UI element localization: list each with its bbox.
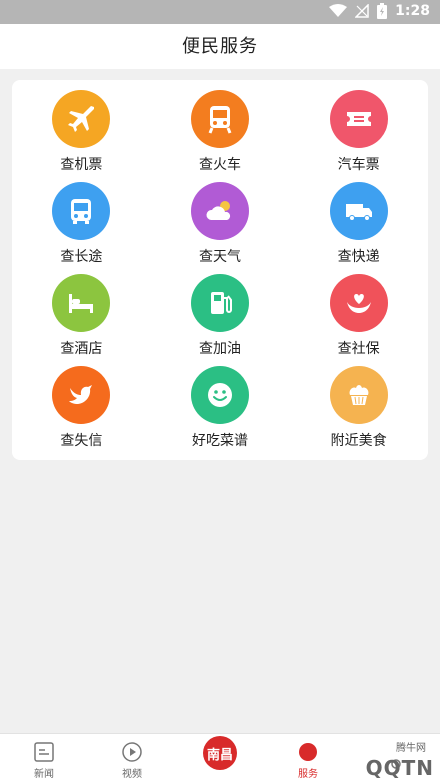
service-social-security[interactable]: 查社保 [289,274,428,366]
nav-label: 视频 [122,769,142,780]
services-icon [299,743,317,761]
service-icon-bg [52,274,111,332]
bed-icon [69,294,94,313]
service-icon-bg [329,90,388,148]
service-icon-bg [190,274,249,332]
service-label: 查酒店 [60,341,103,357]
service-label: 汽车票 [337,157,380,173]
service-icon-bg [52,366,111,424]
service-icon-bg [190,366,249,424]
fuel-icon [210,292,232,314]
service-express[interactable]: 查快递 [289,182,428,274]
service-label: 查社保 [337,341,380,357]
service-weather[interactable]: 查天气 [151,182,290,274]
service-train[interactable]: 查火车 [151,90,290,182]
service-nearby-food[interactable]: 附近美食 [289,366,428,458]
service-bus-ticket[interactable]: 汽车票 [289,90,428,182]
service-recipes[interactable]: 好吃菜谱 [151,366,290,458]
service-label: 好吃菜谱 [191,433,248,449]
header-bar: 便民服务 [0,24,440,69]
services-grid: 查机票 查火车 汽车票 查长途 查天气 查快递 查酒店 查加油 查社保 查失信 … [12,80,428,460]
service-icon-bg [329,274,388,332]
weather-icon [206,201,231,220]
service-label: 查失信 [60,433,103,449]
service-label: 附近美食 [330,433,387,449]
service-hotel[interactable]: 查酒店 [12,274,151,366]
nav-services[interactable]: 服务 [264,734,352,784]
cupcake-icon [349,385,369,405]
watermark: QQTN [365,756,434,780]
bottom-nav: 新闻 视频 南昌 服务 腾牛网 QQTN [0,733,440,784]
nav-news[interactable]: 新闻 [0,734,88,784]
airplane-icon [68,106,95,132]
smile-icon [207,383,232,407]
train-icon [208,106,232,134]
nav-home-center[interactable]: 南昌 [176,734,264,784]
service-label: 查长途 [60,249,103,265]
service-label: 查机票 [60,157,103,173]
service-label: 查快递 [337,249,380,265]
heart-hands-icon [346,294,371,313]
service-flight[interactable]: 查机票 [12,90,151,182]
center-logo: 南昌 [203,736,237,770]
service-label: 查天气 [198,249,241,265]
wifi-icon [329,4,348,17]
service-label: 查加油 [198,341,241,357]
bus-icon [71,199,92,224]
play-icon [122,742,142,762]
ticket-icon [346,112,371,126]
watermark-small: 腾牛网 [396,743,426,754]
service-icon-bg [329,182,388,240]
status-icons: 1:28 [329,3,430,19]
service-icon-bg [190,90,249,148]
nav-video[interactable]: 视频 [88,734,176,784]
status-time: 1:28 [395,3,430,19]
bird-icon [69,385,93,404]
news-icon [34,742,54,762]
services-card: 查机票 查火车 汽车票 查长途 查天气 查快递 查酒店 查加油 查社保 查失信 … [12,80,428,460]
service-fuel[interactable]: 查加油 [151,274,290,366]
status-bar: 1:28 [0,0,440,24]
service-dishonest[interactable]: 查失信 [12,366,151,458]
truck-icon [345,204,372,221]
service-icon-bg [329,366,388,424]
service-icon-bg [190,182,249,240]
service-icon-bg [52,90,111,148]
nav-label: 服务 [298,769,318,780]
service-long-distance[interactable]: 查长途 [12,182,151,274]
page-title: 便民服务 [182,36,258,57]
service-icon-bg [52,182,111,240]
signal-icon [355,4,369,18]
nav-label: 新闻 [34,769,54,780]
service-label: 查火车 [198,157,241,173]
battery-icon [377,3,388,19]
